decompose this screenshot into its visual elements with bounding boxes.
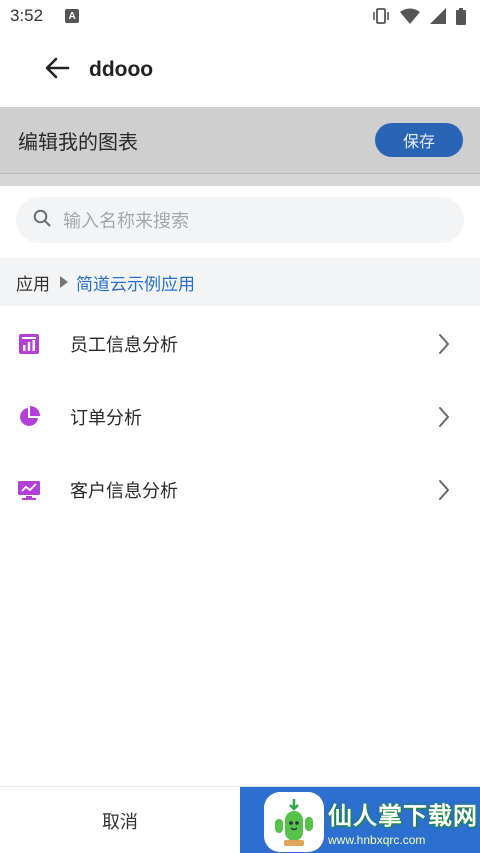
arrow-left-icon xyxy=(44,56,70,84)
search-icon xyxy=(33,209,51,231)
editor-title: 编辑我的图表 xyxy=(18,129,138,154)
caret-right-icon xyxy=(60,276,68,288)
status-bar: 3:52 A xyxy=(0,0,480,32)
chevron-right-icon xyxy=(436,478,452,502)
breadcrumb-root[interactable]: 应用 xyxy=(16,270,50,295)
editor-header: 编辑我的图表 保存 xyxy=(0,107,480,173)
status-time: 3:52 xyxy=(10,6,44,25)
vibrate-icon xyxy=(372,8,390,24)
list-item-label: 员工信息分析 xyxy=(70,334,178,356)
watermark-url: www.hnbxqrc.com xyxy=(328,833,426,847)
watermark-title: 仙人掌下载网 xyxy=(328,802,478,830)
wifi-icon xyxy=(400,8,420,24)
back-button[interactable] xyxy=(37,50,77,90)
list-item-label: 订单分析 xyxy=(70,407,142,429)
cactus-logo-icon xyxy=(266,793,322,850)
status-icons xyxy=(372,7,466,25)
app-bar: ddooo xyxy=(0,32,480,107)
signal-icon xyxy=(430,8,446,24)
search-input[interactable]: 输入名称来搜索 xyxy=(16,197,464,243)
breadcrumb: 应用 简道云示例应用 xyxy=(0,258,480,306)
bar-chart-icon xyxy=(17,332,41,356)
watermark-text: 仙人掌下载网 www.hnbxqrc.com xyxy=(328,796,478,847)
save-button[interactable]: 保存 xyxy=(375,123,463,157)
chevron-right-icon xyxy=(436,332,452,356)
chevron-right-icon xyxy=(436,405,452,429)
breadcrumb-current[interactable]: 简道云示例应用 xyxy=(76,270,195,295)
pie-chart-icon xyxy=(17,405,41,429)
cancel-button[interactable]: 取消 xyxy=(0,787,240,853)
list-item-label: 客户信息分析 xyxy=(70,480,178,502)
monitor-chart-icon xyxy=(17,478,41,502)
app-title: ddooo xyxy=(89,57,154,81)
notification-icon: A xyxy=(65,9,80,23)
list-item[interactable]: 员工信息分析 xyxy=(0,307,480,380)
list-item[interactable]: 客户信息分析 xyxy=(0,453,480,526)
chart-list: 员工信息分析 订单分析 客户信息分析 xyxy=(0,307,480,526)
editor-shade xyxy=(0,174,480,186)
search-placeholder: 输入名称来搜索 xyxy=(63,211,189,232)
watermark: 仙人掌下载网 www.hnbxqrc.com xyxy=(266,790,480,853)
battery-icon xyxy=(456,7,466,25)
list-item[interactable]: 订单分析 xyxy=(0,380,480,453)
